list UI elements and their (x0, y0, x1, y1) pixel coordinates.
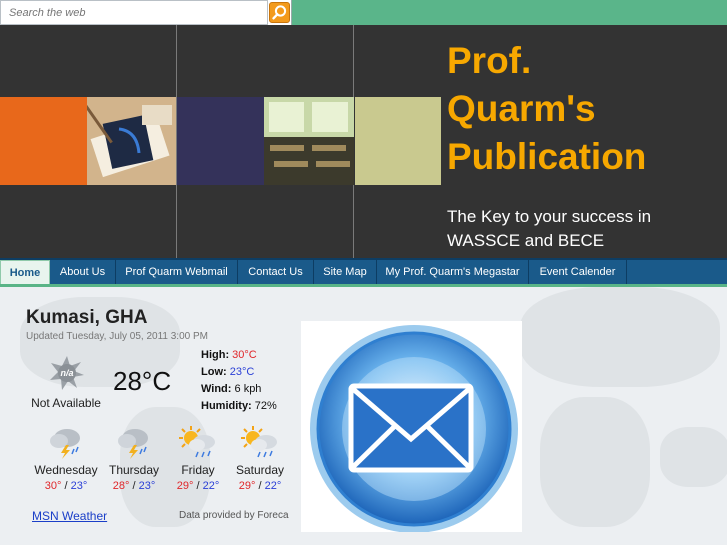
nav-item-contact-us[interactable]: Contact Us (238, 260, 314, 286)
forecast-separator: / (64, 480, 68, 492)
mail-image-card[interactable] (301, 321, 522, 533)
forecast-temps: 29° / 22° (228, 480, 292, 492)
tagline: The Key to your success in WASSCE and BE… (447, 207, 652, 250)
olive-block (355, 97, 441, 185)
stat-label: High: (201, 349, 230, 361)
thunderstorm-icon (50, 429, 80, 459)
sun-showers-icon (241, 426, 277, 458)
nav-item-about-us[interactable]: About Us (50, 260, 116, 286)
stat-value-wind: 6 kph (234, 383, 262, 395)
stat-humidity: Humidity: 72% (201, 400, 277, 412)
nav-item-megastar[interactable]: My Prof. Quarm's Megastar (377, 260, 529, 286)
forecast-low: 22° (264, 480, 282, 492)
forecast-day-name: Saturday (235, 463, 285, 477)
nav-item-event-calender[interactable]: Event Calender (529, 260, 627, 286)
search-icon (272, 5, 287, 20)
current-condition: Not Available (31, 396, 101, 410)
forecast-temps: 30° / 23° (34, 480, 98, 492)
forecast-day: Wednesday 30° / 23° (34, 425, 98, 492)
orange-block (0, 97, 87, 185)
forecast-low: 22° (202, 480, 220, 492)
nav-item-home[interactable]: Home (0, 260, 50, 286)
forecast-low: 23° (70, 480, 88, 492)
forecast-separator: / (258, 480, 262, 492)
site-title: Prof. Quarm's Publication (447, 37, 727, 181)
forecast-high: 29° (176, 480, 194, 492)
svg-text:n/a: n/a (60, 368, 73, 378)
title-line: Publication (447, 136, 647, 177)
forecast-high: 28° (112, 480, 130, 492)
title-line: Prof. (447, 40, 532, 81)
map-shape (540, 397, 650, 527)
map-shape (520, 287, 720, 387)
thunderstorm-icon (118, 429, 148, 459)
stat-low: Low: 23°C (201, 366, 254, 378)
stat-label: Low: (201, 366, 227, 378)
classroom-photo (264, 97, 354, 185)
forecast-day: Thursday 28° / 23° (102, 425, 166, 492)
data-provider: Data provided by Foreca (179, 510, 289, 521)
forecast-high: 29° (238, 480, 256, 492)
nav-item-site-map[interactable]: Site Map (314, 260, 377, 286)
nav-item-webmail[interactable]: Prof Quarm Webmail (116, 260, 238, 286)
na-icon: n/a (50, 356, 84, 390)
header-banner: Prof. Quarm's Publication The Key to you… (0, 25, 727, 258)
forecast-temps: 28° / 23° (102, 480, 166, 492)
stat-value-high: 30°C (232, 349, 257, 361)
main-nav: Home About Us Prof Quarm Webmail Contact… (0, 258, 727, 286)
current-temperature: 28°C (113, 366, 172, 396)
sun-showers-icon (179, 426, 215, 458)
weather-updated: Updated Tuesday, July 05, 2011 3:00 PM (26, 331, 208, 342)
mail-icon (310, 325, 518, 533)
search-button[interactable] (269, 2, 290, 23)
title-line: Quarm's (447, 88, 596, 129)
msn-weather-link[interactable]: MSN Weather (32, 509, 107, 523)
forecast-separator: / (196, 480, 200, 492)
forecast-day: Friday 29° / 22° (166, 425, 230, 492)
forecast-day-name: Wednesday (34, 463, 98, 477)
search-input[interactable] (0, 0, 268, 25)
stat-high: High: 30°C (201, 349, 257, 361)
forecast-low: 23° (138, 480, 156, 492)
forecast-high: 30° (44, 480, 62, 492)
stat-label: Wind: (201, 383, 232, 395)
stat-value-humidity: 72% (254, 400, 277, 412)
stat-wind: Wind: 6 kph (201, 383, 261, 395)
top-bar (0, 0, 727, 25)
forecast-day: Saturday 29° / 22° (228, 425, 292, 492)
weather-city: Kumasi, GHA (26, 307, 148, 328)
forecast-temps: 29° / 22° (166, 480, 230, 492)
map-shape (660, 427, 727, 487)
search-box (0, 0, 292, 25)
books-photo (84, 97, 176, 185)
forecast-day-name: Thursday (108, 463, 160, 477)
forecast-day-name: Friday (181, 463, 215, 477)
stat-value-low: 23°C (229, 366, 255, 378)
stat-label: Humidity: (201, 400, 252, 412)
navy-block (177, 97, 264, 185)
forecast-separator: / (132, 480, 136, 492)
